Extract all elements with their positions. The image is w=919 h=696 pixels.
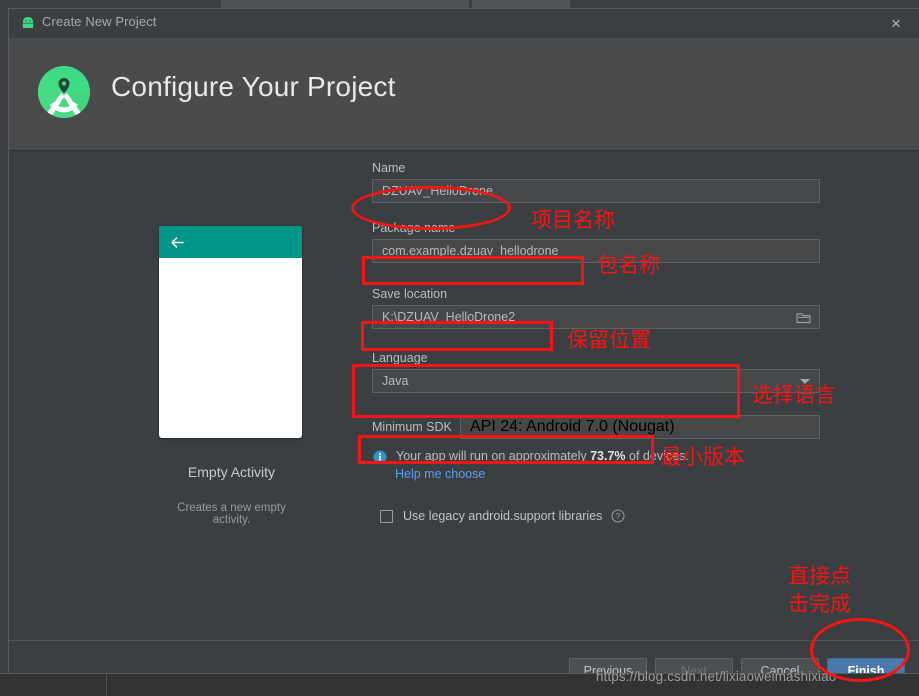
sdk-coverage-text: Your app will run on approximately 73.7%… [396,449,689,463]
save-location-label: Save location [372,287,448,301]
info-icon [373,450,387,464]
preview-appbar [159,226,302,258]
activity-template-preview: Empty Activity Creates a new empty activ… [159,226,304,526]
package-name-input-value: com.example.dzuav_hellodrone [382,244,559,258]
name-input[interactable]: DZUAV_HelloDrone [372,179,820,203]
close-icon[interactable]: × [873,9,919,38]
sdk-coverage-percent: 73.7% [590,449,626,463]
chevron-down-icon[interactable] [800,379,810,384]
project-config-form: Name DZUAV_HelloDrone Package name com.e… [372,161,820,523]
screen-root: Create New Project × Configure Your Proj… [0,0,919,696]
language-select-value: Java [382,374,409,388]
svg-text:?: ? [616,511,621,521]
minimum-sdk-select-value: API 24: Android 7.0 (Nougat) [470,418,675,435]
legacy-support-checkbox[interactable] [380,509,393,523]
dialog-body: Empty Activity Creates a new empty activ… [9,151,919,640]
legacy-support-label: Use legacy android.support libraries [403,509,603,523]
android-robot-icon [20,17,36,30]
activity-template-name: Empty Activity [187,464,276,480]
dialog-title: Create New Project [42,14,157,29]
back-arrow-icon [169,234,186,251]
package-name-input[interactable]: com.example.dzuav_hellodrone [372,239,820,263]
sdk-coverage-note: Your app will run on approximately 73.7%… [372,449,820,464]
android-studio-logo-icon [37,65,91,119]
finish-button[interactable]: Finish [827,658,905,673]
create-new-project-dialog: Create New Project × Configure Your Proj… [8,8,919,673]
legacy-support-row[interactable]: Use legacy android.support libraries ? [372,509,820,523]
package-name-label: Package name [372,221,456,235]
language-select[interactable]: Java [372,369,820,393]
name-input-value: DZUAV_HelloDrone [382,184,493,198]
minimum-sdk-label: Minimum SDK [372,420,452,434]
folder-icon[interactable] [796,311,811,324]
dialog-header: Configure Your Project [9,38,919,151]
sdk-note-suffix: of devices. [625,449,689,463]
save-location-input[interactable]: K:\DZUAV_HelloDrone2 [372,305,820,329]
minimum-sdk-select[interactable]: API 24: Android 7.0 (Nougat) [460,415,820,439]
sdk-note-prefix: Your app will run on approximately [396,449,591,463]
name-label: Name [372,161,406,175]
help-me-choose-link[interactable]: Help me choose [395,467,485,481]
minimum-sdk-row: Minimum SDK API 24: Android 7.0 (Nougat) [372,415,820,439]
activity-preview-card [159,226,302,438]
language-label: Language [372,351,428,365]
dialog-titlebar: Create New Project × [9,9,919,38]
watermark-text: https://blog.csdn.net/lixiaoweimashixiao [596,669,837,684]
save-location-input-value: K:\DZUAV_HelloDrone2 [382,310,516,324]
question-circle-icon[interactable]: ? [611,509,625,523]
activity-template-description: Creates a new empty activity. [177,502,286,526]
ide-background-top-strip [0,0,919,8]
ide-background-divider [106,674,107,696]
page-title: Configure Your Project [111,71,396,102]
